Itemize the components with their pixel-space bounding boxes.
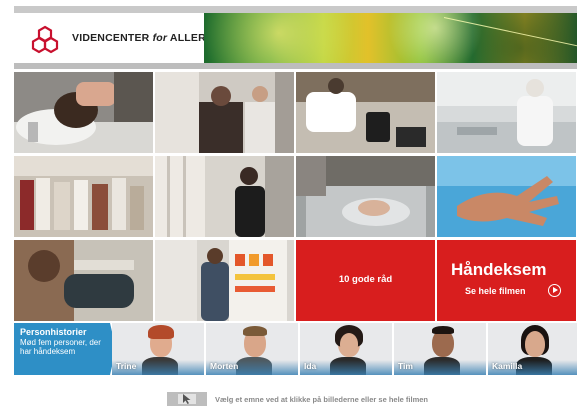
person-card[interactable]: Ida — [300, 323, 392, 375]
lab-worker-image — [437, 72, 576, 153]
header-underbar — [14, 63, 577, 69]
person-name: Morten — [210, 361, 239, 371]
washing-sink-image — [296, 156, 435, 237]
tile-washing-sink[interactable] — [296, 156, 435, 237]
play-icon[interactable] — [548, 284, 561, 297]
tile-salon[interactable] — [155, 72, 294, 153]
hair-washing-image — [14, 72, 153, 153]
person-card[interactable]: Kamilla — [488, 323, 577, 375]
person-name: Ida — [304, 361, 317, 371]
tile-hand-eczema[interactable] — [437, 156, 576, 237]
footer-hint-text: Vælg et emne ved at klikke på billederne… — [215, 395, 429, 404]
header: VIDENCENTER for ALLERGI — [14, 13, 577, 63]
person-stories: Personhistorier Mød fem personer, der ha… — [14, 323, 577, 375]
person-name: Trine — [116, 361, 137, 371]
topic-grid: 10 gode råd Håndeksem Se hele filmen — [14, 72, 577, 321]
person-stories-description: Mød fem personer, der har håndeksem — [20, 338, 101, 356]
tile-hair-washing[interactable] — [14, 72, 153, 153]
locker-room-image — [155, 156, 294, 237]
header-banner-image — [204, 13, 577, 63]
tile-lab-worker[interactable] — [437, 72, 576, 153]
hair-products-image — [14, 156, 153, 237]
advice-tile[interactable]: 10 gode råd — [296, 240, 435, 321]
tile-hair-products[interactable] — [14, 156, 153, 237]
cleaning-floor-image — [296, 72, 435, 153]
film-title: Håndeksem — [451, 260, 547, 279]
person-name: Tim — [398, 361, 413, 371]
tile-fridge[interactable] — [155, 240, 294, 321]
tile-locker-room[interactable] — [155, 156, 294, 237]
advice-label: 10 gode råd — [338, 274, 393, 285]
tile-glove[interactable] — [14, 240, 153, 321]
top-bar — [14, 6, 577, 13]
glove-image — [14, 240, 153, 321]
film-link[interactable]: Se hele filmen — [465, 286, 526, 296]
fridge-image — [155, 240, 294, 321]
salon-image — [155, 72, 294, 153]
tile-cleaning-floor[interactable] — [296, 72, 435, 153]
person-stories-title: Personhistorier — [20, 327, 87, 337]
person-card[interactable]: Morten — [206, 323, 298, 375]
logo-icon — [31, 25, 59, 54]
person-card[interactable]: Trine — [112, 323, 204, 375]
person-stories-intro: Personhistorier Mød fem personer, der ha… — [14, 323, 116, 375]
logo[interactable]: VIDENCENTER for ALLERGI — [14, 13, 217, 63]
hand-eczema-image — [437, 156, 576, 237]
person-name: Kamilla — [492, 361, 523, 371]
logo-text: VIDENCENTER for ALLERGI — [72, 32, 218, 44]
cursor-click-icon — [167, 392, 207, 406]
film-tile[interactable]: Håndeksem Se hele filmen — [437, 240, 576, 321]
person-card[interactable]: Tim — [394, 323, 486, 375]
